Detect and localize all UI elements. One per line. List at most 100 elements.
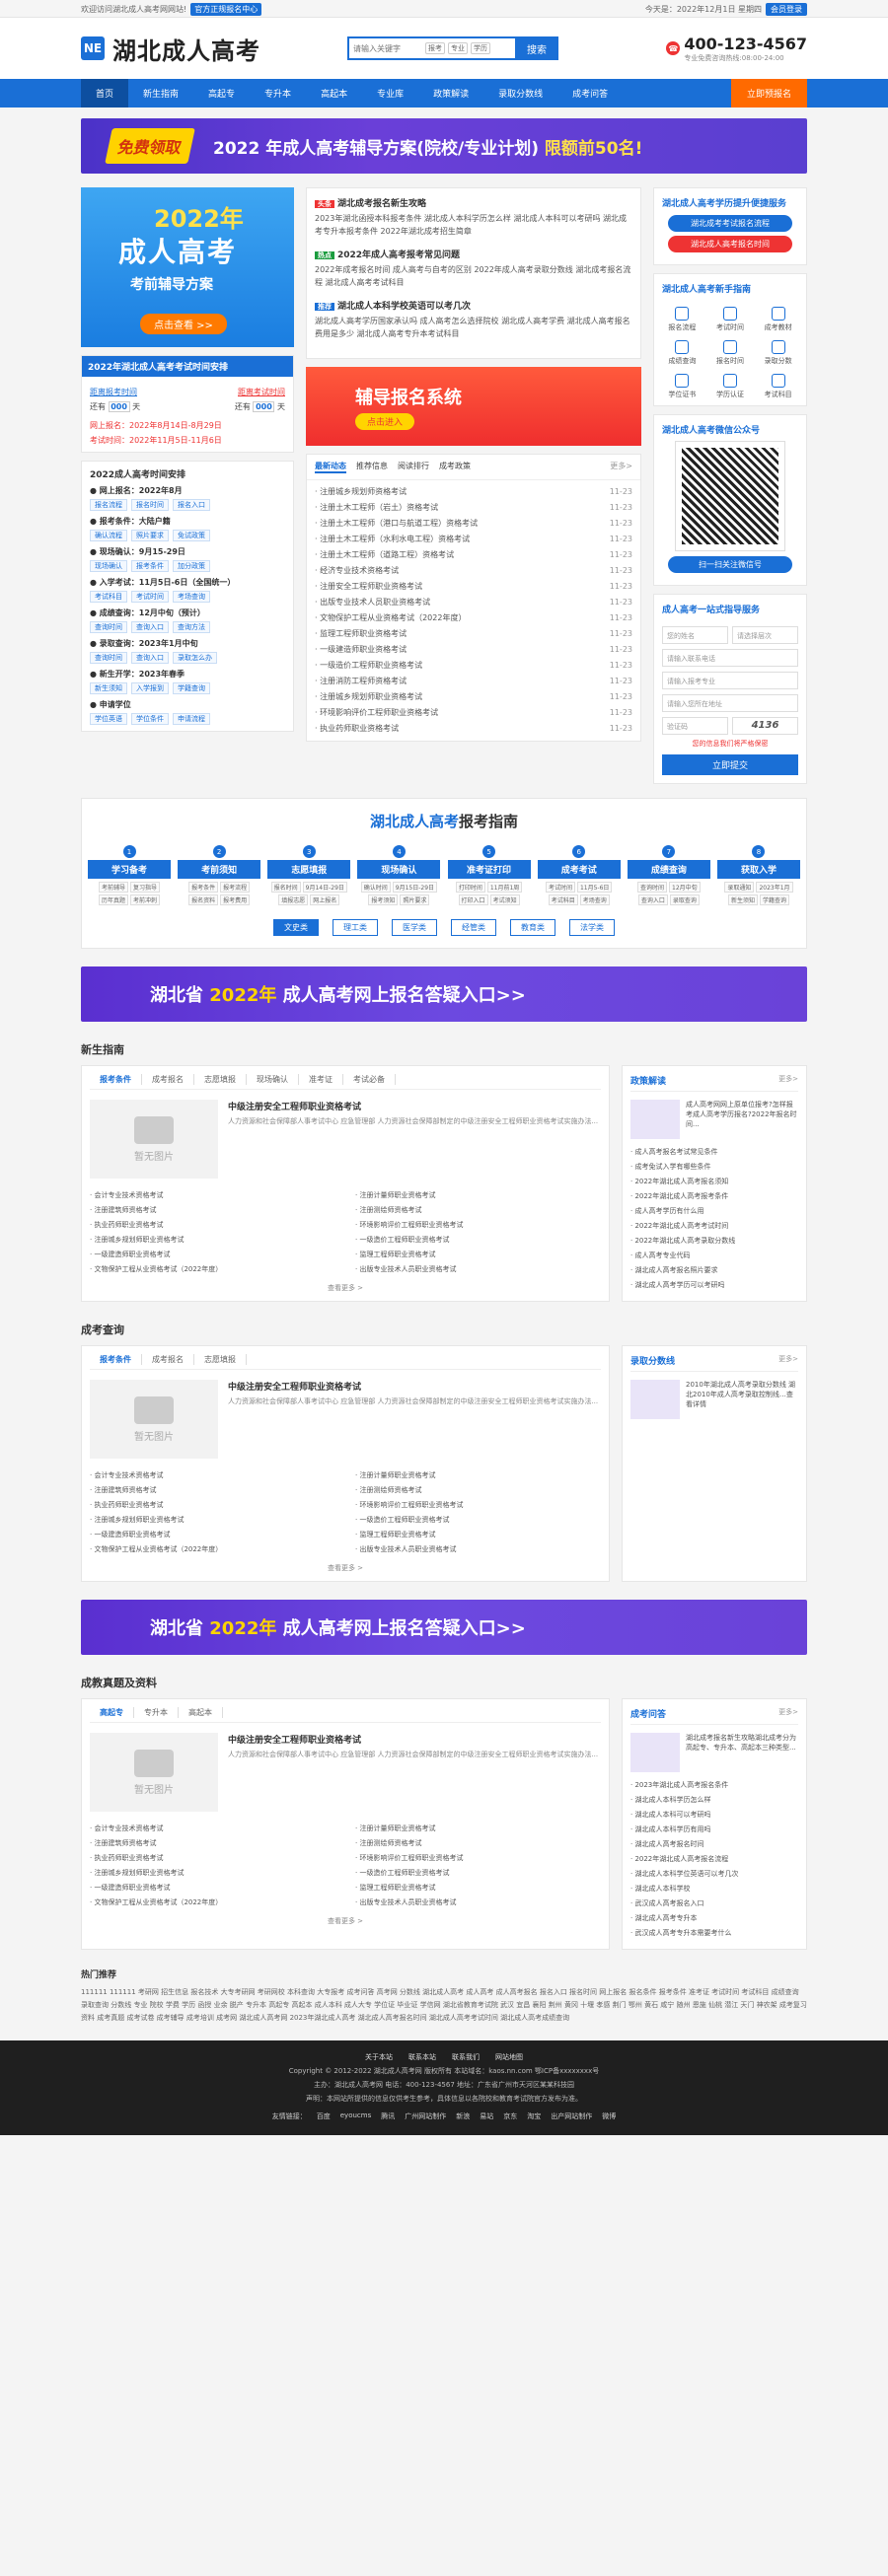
list-item[interactable]: · 出版专业技术人员职业资格考试 11-23 bbox=[315, 595, 632, 610]
promo-button[interactable]: 点击查看 >> bbox=[140, 314, 227, 334]
list-item[interactable]: · 注册城乡规划师职业资格考试 11-23 bbox=[315, 689, 632, 705]
nav-item[interactable]: 专业库 bbox=[362, 79, 418, 107]
article-link[interactable]: · 一级造价工程师职业资格考试 bbox=[355, 1513, 601, 1528]
list-item[interactable]: · 文物保护工程从业资格考试（2022年度） 11-23 bbox=[315, 610, 632, 626]
side-list-item[interactable]: · 湖北成人高考报名时间 bbox=[630, 1837, 798, 1852]
nav-item[interactable]: 录取分数线 bbox=[483, 79, 557, 107]
article-link[interactable]: · 注册测绘师资格考试 bbox=[355, 1203, 601, 1218]
step-label[interactable]: 获取入学 bbox=[716, 860, 800, 879]
hot-links[interactable]: 111111 111111 考研网 招生信息 报名技术 大专考研网 考研网校 本… bbox=[81, 1986, 807, 2025]
article-link[interactable]: · 环境影响评价工程师职业资格考试 bbox=[355, 1498, 601, 1513]
article-link[interactable]: · 监理工程师职业资格考试 bbox=[355, 1248, 601, 1262]
tab-latest[interactable]: 最新动态 bbox=[315, 461, 346, 473]
article-link[interactable]: · 文物保护工程从业资格考试（2022年度） bbox=[90, 1262, 335, 1277]
category-tab[interactable]: 文史类 bbox=[273, 919, 319, 936]
step-sub-link[interactable]: 9月14日-29日 bbox=[302, 882, 347, 893]
step-sub-link[interactable]: 考试科目 bbox=[548, 894, 578, 905]
step-sub-link[interactable]: 录取查询 bbox=[669, 894, 700, 905]
list-item-title[interactable]: · 出版专业技术人员职业资格考试 bbox=[315, 595, 430, 610]
submit-button[interactable]: 立即提交 bbox=[662, 754, 798, 775]
section-tab[interactable]: 高起本 bbox=[179, 1707, 223, 1718]
step-sub-link[interactable]: 打印时间 bbox=[455, 882, 485, 893]
article-link[interactable]: · 环境影响评价工程师职业资格考试 bbox=[355, 1218, 601, 1233]
schedule-tag[interactable]: 报名时间 bbox=[131, 499, 169, 511]
schedule-tag[interactable]: 考试科目 bbox=[90, 591, 127, 603]
side-list-item[interactable]: · 成人高考学历有什么用 bbox=[630, 1204, 798, 1219]
schedule-tag[interactable]: 申请流程 bbox=[173, 713, 210, 725]
side-list-item[interactable]: · 湖北成人本科学历怎么样 bbox=[630, 1793, 798, 1808]
wechat-follow-button[interactable]: 扫一扫关注微信号 bbox=[668, 556, 792, 573]
step-sub-link[interactable]: 9月15日-29日 bbox=[392, 882, 438, 893]
list-item-title[interactable]: · 注册土木工程师（岩土）资格考试 bbox=[315, 500, 438, 516]
step-sub-link[interactable]: 填报志愿 bbox=[278, 894, 309, 905]
search-tag[interactable]: 专业 bbox=[448, 42, 468, 54]
site-name[interactable]: 湖北成人高考 bbox=[112, 32, 260, 66]
side-list-item[interactable]: · 成人高考报名考试常见条件 bbox=[630, 1145, 798, 1160]
side-list-item[interactable]: · 湖北成人高考学历可以考研吗 bbox=[630, 1278, 798, 1293]
search-tag[interactable]: 报考 bbox=[425, 42, 445, 54]
list-item-title[interactable]: · 环境影响评价工程师职业资格考试 bbox=[315, 705, 438, 721]
step-label[interactable]: 志愿填报 bbox=[267, 860, 351, 879]
list-item-title[interactable]: · 注册城乡规划师资格考试 bbox=[315, 484, 407, 500]
list-item[interactable]: · 注册土木工程师（岩土）资格考试 11-23 bbox=[315, 500, 632, 516]
article-link[interactable]: · 注册建筑师资格考试 bbox=[90, 1836, 335, 1851]
article-link[interactable]: · 注册测绘师资格考试 bbox=[355, 1483, 601, 1498]
guide-icon-item[interactable]: 考试科目 bbox=[756, 374, 800, 399]
step-label[interactable]: 现场确认 bbox=[357, 860, 441, 879]
section-tab[interactable]: 考试必备 bbox=[343, 1074, 396, 1085]
side-list-item[interactable]: · 成考免试入学有哪些条件 bbox=[630, 1160, 798, 1175]
article-link[interactable]: · 注册计量师职业资格考试 bbox=[355, 1468, 601, 1483]
list-item[interactable]: · 经济专业技术资格考试 11-23 bbox=[315, 563, 632, 579]
step-sub-link[interactable]: 报名时间 bbox=[270, 882, 301, 893]
time-button[interactable]: 湖北成人高考报名时间 bbox=[668, 236, 792, 252]
friend-link[interactable]: 淘宝 bbox=[527, 2111, 541, 2121]
step-sub-link[interactable]: 考前冲刺 bbox=[130, 894, 161, 905]
nav-item-home[interactable]: 首页 bbox=[81, 79, 129, 107]
faq-banner[interactable]: 湖北省 2022年 成人高考网上报名答疑入口>> bbox=[81, 966, 807, 1022]
step-label[interactable]: 学习备考 bbox=[88, 860, 171, 879]
schedule-tag[interactable]: 报名流程 bbox=[90, 499, 127, 511]
category-tab[interactable]: 经管类 bbox=[451, 919, 496, 936]
nav-item[interactable]: 成考问答 bbox=[557, 79, 623, 107]
tab-ranking[interactable]: 阅读排行 bbox=[398, 461, 429, 473]
guide-icon-item[interactable]: 考试时间 bbox=[708, 307, 753, 332]
article-link[interactable]: · 出版专业技术人员职业资格考试 bbox=[355, 1262, 601, 1277]
featured-title[interactable]: 中级注册安全工程师职业资格考试 bbox=[228, 1733, 601, 1746]
article-link[interactable]: · 一级造价工程师职业资格考试 bbox=[355, 1866, 601, 1881]
side-list-item[interactable]: · 2022年湖北成人高考报名须知 bbox=[630, 1175, 798, 1189]
featured-item[interactable]: 暂无图片 中级注册安全工程师职业资格考试 人力资源和社会保障部人事考试中心 应急管理… bbox=[90, 1733, 601, 1812]
category-tab[interactable]: 理工类 bbox=[333, 919, 378, 936]
tab-recommend[interactable]: 推荐信息 bbox=[356, 461, 388, 473]
captcha-image[interactable]: 4136 bbox=[732, 717, 798, 735]
step-sub-link[interactable]: 考试须知 bbox=[489, 894, 520, 905]
nav-item[interactable]: 政策解读 bbox=[418, 79, 483, 107]
article-link[interactable]: · 环境影响评价工程师职业资格考试 bbox=[355, 1851, 601, 1866]
step-sub-link[interactable]: 报考费用 bbox=[220, 894, 251, 905]
list-item[interactable]: · 注册土木工程师（港口与航道工程）资格考试 11-23 bbox=[315, 516, 632, 532]
side-more-link[interactable]: 更多> bbox=[778, 1707, 798, 1720]
register-system-banner[interactable]: 辅导报名系统 点击进入 bbox=[306, 367, 641, 446]
side-list-item[interactable]: · 2022年湖北成人高考报名流程 bbox=[630, 1852, 798, 1867]
guide-icon-item[interactable]: 成考教材 bbox=[756, 307, 800, 332]
step-sub-link[interactable]: 考前辅导 bbox=[98, 882, 128, 893]
schedule-tag[interactable]: 现场确认 bbox=[90, 560, 127, 572]
list-item-title[interactable]: · 注册土木工程师（水利水电工程）资格考试 bbox=[315, 532, 470, 547]
news-block-title[interactable]: 头条 湖北成考报名新生攻略 bbox=[315, 196, 632, 209]
friend-link[interactable]: 百度 bbox=[317, 2111, 331, 2121]
search-input[interactable] bbox=[353, 43, 422, 53]
step-sub-link[interactable]: 学籍查询 bbox=[759, 894, 789, 905]
nav-item[interactable]: 高起专 bbox=[193, 79, 250, 107]
article-link[interactable]: · 执业药师职业资格考试 bbox=[90, 1851, 335, 1866]
list-item-title[interactable]: · 监理工程师职业资格考试 bbox=[315, 626, 407, 642]
schedule-tag[interactable]: 入学报到 bbox=[131, 682, 169, 694]
step-sub-link[interactable]: 报考流程 bbox=[220, 882, 251, 893]
login-button[interactable]: 会员登录 bbox=[766, 2, 807, 16]
schedule-tag[interactable]: 查询方法 bbox=[173, 621, 210, 633]
friend-link[interactable]: 新浪 bbox=[456, 2111, 470, 2121]
schedule-tag[interactable]: 查询入口 bbox=[131, 621, 169, 633]
friend-link[interactable]: 易站 bbox=[480, 2111, 493, 2121]
section-tab[interactable]: 现场确认 bbox=[247, 1074, 299, 1085]
footer-link[interactable]: 网站地图 bbox=[495, 2052, 523, 2062]
list-item[interactable]: · 注册消防工程师资格考试 11-23 bbox=[315, 674, 632, 689]
step-label[interactable]: 准考证打印 bbox=[447, 860, 531, 879]
